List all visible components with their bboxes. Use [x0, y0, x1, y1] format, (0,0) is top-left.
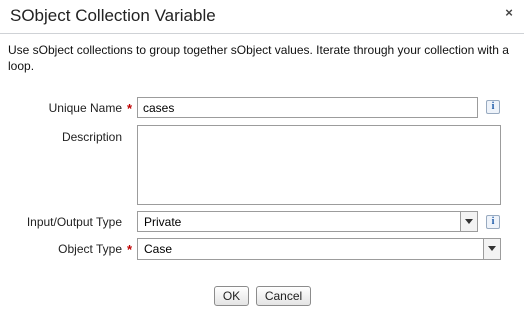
cancel-button[interactable]: Cancel — [256, 286, 311, 306]
unique-name-input[interactable]: cases — [137, 97, 478, 118]
io-type-info-icon[interactable]: i — [486, 215, 500, 229]
dialog-description: Use sObject collections to group togethe… — [8, 43, 509, 73]
dialog-title-bar: SObject Collection Variable × — [0, 0, 524, 34]
object-type-combobox[interactable]: Case — [137, 238, 501, 260]
object-type-dropdown-arrow-icon[interactable] — [483, 239, 500, 259]
object-type-label: Object Type — [58, 242, 122, 256]
sobject-collection-dialog: SObject Collection Variable × Use sObjec… — [0, 0, 524, 315]
object-type-value: Case — [144, 242, 173, 256]
io-type-label: Input/Output Type — [26, 215, 122, 229]
dialog-title: SObject Collection Variable — [10, 6, 216, 25]
io-type-selected-value: Private — [144, 215, 182, 229]
unique-name-value: cases — [143, 101, 175, 115]
object-type-required-marker: * — [127, 242, 133, 257]
ok-button[interactable]: OK — [214, 286, 249, 306]
unique-name-label: Unique Name — [48, 101, 122, 115]
close-icon[interactable]: × — [503, 5, 515, 21]
io-type-select[interactable]: Private — [137, 211, 478, 232]
io-type-dropdown-arrow-icon[interactable] — [460, 212, 477, 231]
description-label: Description — [61, 130, 122, 144]
unique-name-info-icon[interactable]: i — [486, 100, 500, 114]
description-textarea[interactable] — [137, 125, 501, 205]
unique-name-required-marker: * — [127, 101, 133, 116]
